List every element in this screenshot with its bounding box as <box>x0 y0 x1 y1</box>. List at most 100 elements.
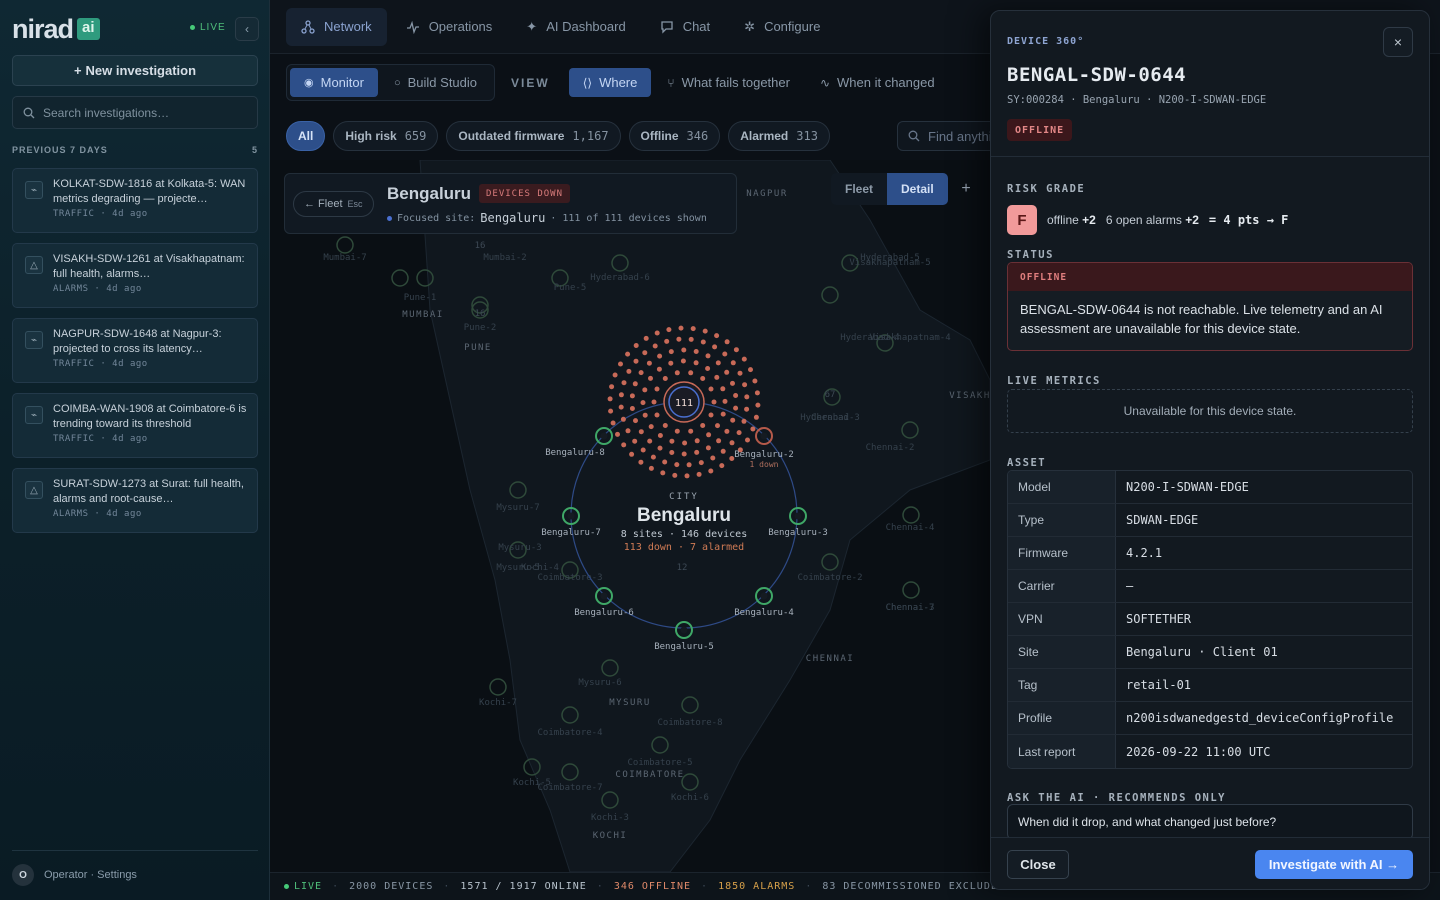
site-node-core <box>600 592 608 600</box>
device-dot <box>629 393 635 399</box>
status-badge: OFFLINE <box>1007 119 1073 141</box>
tab-configure[interactable]: ✲ Configure <box>729 8 835 46</box>
device-dot <box>648 375 653 381</box>
device-dot <box>733 405 739 411</box>
search-investigations-input[interactable]: Search investigations… <box>12 96 258 129</box>
risk-grade-heading: RISK GRADE <box>1007 183 1086 195</box>
zoom-in-button[interactable]: + <box>956 179 976 199</box>
faint-site-label: Kochi-6 <box>671 793 709 803</box>
investigation-item[interactable]: △ VISAKH-SDW-1261 at Visakhapatnam: full … <box>12 243 258 308</box>
cluster-count: 111 <box>675 398 693 409</box>
asset-key: Profile <box>1008 702 1116 734</box>
device-dot <box>688 336 694 342</box>
close-icon[interactable]: × <box>1383 27 1413 57</box>
separator: · <box>596 881 604 892</box>
device-dot <box>650 454 656 460</box>
investigation-item[interactable]: ⌁ COIMBA-WAN-1908 at Coimbatore-6 is tren… <box>12 393 258 458</box>
ask-ai-heading: ASK THE AI · RECOMMENDS ONLY <box>1007 792 1227 804</box>
pulse-icon <box>406 20 419 34</box>
plus-icon: + <box>73 63 82 78</box>
device-dot <box>621 442 627 448</box>
investigation-item[interactable]: ⌁ NAGPUR-SDW-1648 at Nagpur-3: projected … <box>12 318 258 383</box>
device-dot <box>615 431 620 437</box>
site-node-label: Bengaluru-7 <box>541 528 601 538</box>
device-dot <box>646 360 652 366</box>
filter-chip-high-risk[interactable]: High risk 659 <box>333 121 439 151</box>
divider <box>991 156 1429 157</box>
faint-site-label: Coimbatore-8 <box>657 718 722 728</box>
map-canvas[interactable]: Mumbai-7 Mumbai-2Pune-5Hyderabad-6Hyderab… <box>270 160 990 872</box>
device-dot <box>674 428 680 434</box>
city-name: Bengaluru <box>637 505 731 526</box>
device-dot <box>708 412 714 418</box>
device-dot <box>708 468 714 474</box>
chip-count: 346 <box>686 129 709 143</box>
device-dot <box>730 360 736 366</box>
investigate-with-ai-button[interactable]: Investigate with AI → <box>1255 850 1413 879</box>
back-to-fleet-button[interactable]: ← Fleet Esc <box>293 191 374 217</box>
faint-site-label: Chennai <box>811 413 849 423</box>
fails-together-button[interactable]: ⑂ What fails together <box>653 68 804 97</box>
close-button[interactable]: Close <box>1007 850 1069 879</box>
faint-site-label: Pune-2 <box>464 323 497 333</box>
faint-site-label: Hyderabad-6 <box>590 273 650 283</box>
collapse-sidebar-button[interactable]: ‹ <box>235 17 259 41</box>
monitor-button[interactable]: ◉ Monitor <box>290 68 378 97</box>
section-count: 5 <box>251 145 258 155</box>
device-dot <box>722 398 728 404</box>
separator: · <box>443 881 451 892</box>
filter-chip-outdated-firmware[interactable]: Outdated firmware 1,167 <box>446 121 621 151</box>
new-investigation-button[interactable]: + New investigation <box>12 55 258 86</box>
operator-settings[interactable]: O Operator · Settings <box>12 850 258 886</box>
branch-icon: ⑂ <box>667 75 675 90</box>
device-dot <box>654 330 660 336</box>
where-button[interactable]: ⟨⟩ Where <box>568 68 652 97</box>
filter-chip-offline[interactable]: Offline 346 <box>628 121 721 151</box>
device-dot <box>621 380 627 386</box>
build-studio-button[interactable]: ○ Build Studio <box>380 68 491 97</box>
device-dot <box>698 460 704 466</box>
tab-network[interactable]: Network <box>286 7 387 46</box>
device-dot <box>745 437 750 443</box>
device-dot <box>632 381 638 387</box>
faint-site-label: Coimbatore-5 <box>627 758 692 768</box>
device-dot <box>705 445 711 451</box>
live-status: LIVE <box>284 881 322 892</box>
trend-icon: ⌁ <box>25 331 43 349</box>
device-dot <box>716 438 722 444</box>
tab-ai-dashboard[interactable]: ✦ AI Dashboard <box>511 8 640 46</box>
investigation-meta: TRAFFIC · 4d ago <box>53 434 148 444</box>
when-changed-button[interactable]: ∿ When it changed <box>806 68 949 97</box>
tab-operations[interactable]: Operations <box>391 8 508 46</box>
chip-count: 659 <box>404 129 427 143</box>
filter-chip-alarmed[interactable]: Alarmed 313 <box>728 121 830 151</box>
faint-site-label: Coimbatore-4 <box>537 728 602 738</box>
fleet-detail-toggle: Fleet Detail <box>831 173 948 205</box>
status-box-text: BENGAL-SDW-0644 is not reachable. Live t… <box>1020 302 1383 336</box>
ask-ai-input[interactable] <box>1007 804 1413 840</box>
site-node-core <box>760 592 768 600</box>
device-dot <box>672 472 678 478</box>
risk-grade-row: F offline +2 6 open alarms +2 = 4 pts → … <box>1007 205 1288 235</box>
investigation-item[interactable]: △ SURAT-SDW-1273 at Surat: full health, a… <box>12 468 258 533</box>
faint-site-label: Chennai-2 <box>866 443 915 453</box>
network-map[interactable]: Mumbai-7 Mumbai-2 Pune-5 Hyderabad-6 Hyderab… <box>270 160 990 872</box>
device-dot <box>722 351 728 357</box>
device-dot <box>742 382 748 388</box>
risk-b-label: 6 open alarms <box>1105 213 1182 227</box>
view-label: VIEW <box>511 75 550 90</box>
device-dot <box>609 384 615 390</box>
filter-chip-all[interactable]: All <box>286 121 326 151</box>
fleet-button[interactable]: Fleet <box>831 173 888 205</box>
device-dot <box>618 361 623 367</box>
pulse-icon: ∿ <box>819 75 831 90</box>
detail-button[interactable]: Detail <box>887 173 948 205</box>
device-dot <box>657 353 663 359</box>
tab-label: Configure <box>764 19 821 34</box>
device-dot <box>733 393 739 398</box>
device-dot <box>682 440 688 446</box>
separator: · <box>701 881 709 892</box>
device-dot <box>720 448 726 454</box>
tab-chat[interactable]: Chat <box>645 8 725 46</box>
investigation-item[interactable]: ⌁ KOLKAT-SDW-1816 at Kolkata-5: WAN metri… <box>12 168 258 233</box>
